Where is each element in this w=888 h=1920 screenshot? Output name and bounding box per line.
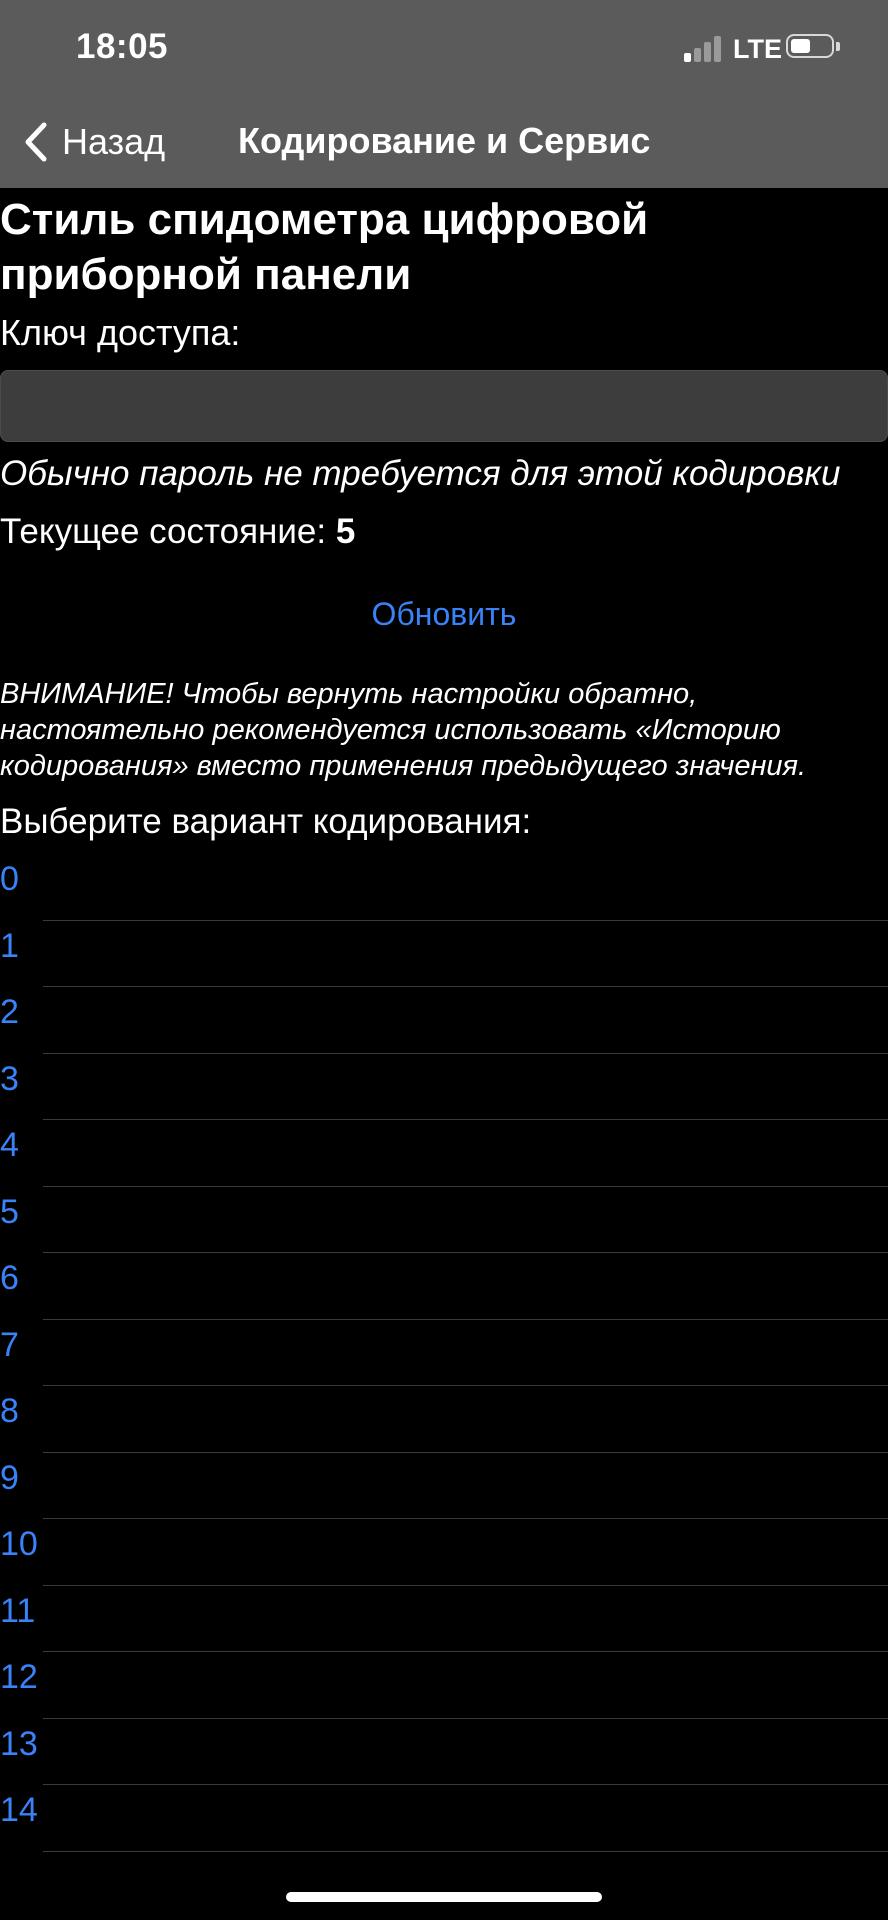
coding-option-label: 8 [0, 1392, 19, 1430]
password-hint: Обычно пароль не требуется для этой коди… [0, 454, 841, 493]
coding-option-label: 5 [0, 1192, 19, 1231]
coding-option-row[interactable]: 13 [0, 1719, 888, 1785]
battery-icon [786, 34, 834, 58]
battery-cap [836, 42, 840, 51]
coding-option-row[interactable]: 11 [0, 1586, 888, 1652]
warning-text: ВНИМАНИЕ! Чтобы вернуть настройки обратн… [0, 678, 807, 782]
coding-option-row[interactable]: 8 [0, 1386, 888, 1453]
current-state-value: 5 [335, 512, 356, 551]
access-key-input[interactable] [0, 370, 888, 442]
back-label: Назад [62, 121, 166, 162]
current-state: Текущее состояние: 5 [0, 512, 355, 552]
coding-option-label: 4 [0, 1126, 19, 1164]
coding-option-label: 6 [0, 1259, 19, 1297]
coding-option-row[interactable]: 5 [0, 1187, 888, 1253]
status-time: 18:05 [76, 27, 169, 66]
coding-options-list: 0 1 2 3 4 5 6 7 8 9 10 11 12 13 14 [0, 854, 888, 1852]
coding-option-label: 2 [0, 993, 19, 1031]
home-indicator[interactable] [286, 1892, 602, 1902]
coding-option-label: 9 [0, 1458, 19, 1497]
coding-option-row[interactable]: 10 [0, 1519, 888, 1586]
battery-level [791, 39, 810, 53]
coding-option-label: 13 [0, 1724, 38, 1763]
coding-option-row[interactable]: 12 [0, 1652, 888, 1719]
coding-option-label: 0 [0, 860, 19, 898]
choose-option-label: Выберите вариант кодирования: [0, 802, 532, 841]
coding-option-row[interactable]: 2 [0, 987, 888, 1054]
coding-option-label: 12 [0, 1658, 38, 1696]
nav-title: Кодирование и Сервис [238, 120, 651, 161]
page-title: Стиль спидометра цифровой приборной пане… [0, 195, 649, 299]
coding-option-label: 1 [0, 926, 19, 965]
signal-strength-icon [684, 34, 724, 62]
back-button[interactable]: Назад [24, 118, 165, 166]
refresh-button[interactable]: Обновить [0, 596, 888, 633]
current-state-label: Текущее состояние: [0, 512, 327, 551]
coding-option-label: 14 [0, 1791, 38, 1829]
coding-option-row[interactable]: 9 [0, 1453, 888, 1519]
coding-option-row[interactable]: 7 [0, 1320, 888, 1386]
coding-option-row[interactable]: 3 [0, 1054, 888, 1120]
screen: 18:05 LTE Назад Кодирование и Сервис Сти… [0, 0, 888, 1920]
coding-option-row[interactable]: 1 [0, 921, 888, 987]
coding-option-label: 3 [0, 1059, 19, 1098]
coding-option-row[interactable]: 0 [0, 854, 888, 921]
row-separator [43, 1850, 888, 1852]
access-key-label: Ключ доступа: [0, 312, 241, 353]
coding-option-row[interactable]: 4 [0, 1120, 888, 1187]
coding-option-label: 10 [0, 1525, 38, 1563]
network-type: LTE [733, 34, 782, 64]
coding-option-label: 11 [0, 1591, 36, 1630]
chevron-left-icon [25, 122, 47, 162]
coding-option-row[interactable]: 14 [0, 1785, 888, 1852]
coding-option-row[interactable]: 6 [0, 1253, 888, 1320]
coding-option-label: 7 [0, 1325, 19, 1364]
top-bar: 18:05 LTE Назад Кодирование и Сервис [0, 0, 888, 188]
